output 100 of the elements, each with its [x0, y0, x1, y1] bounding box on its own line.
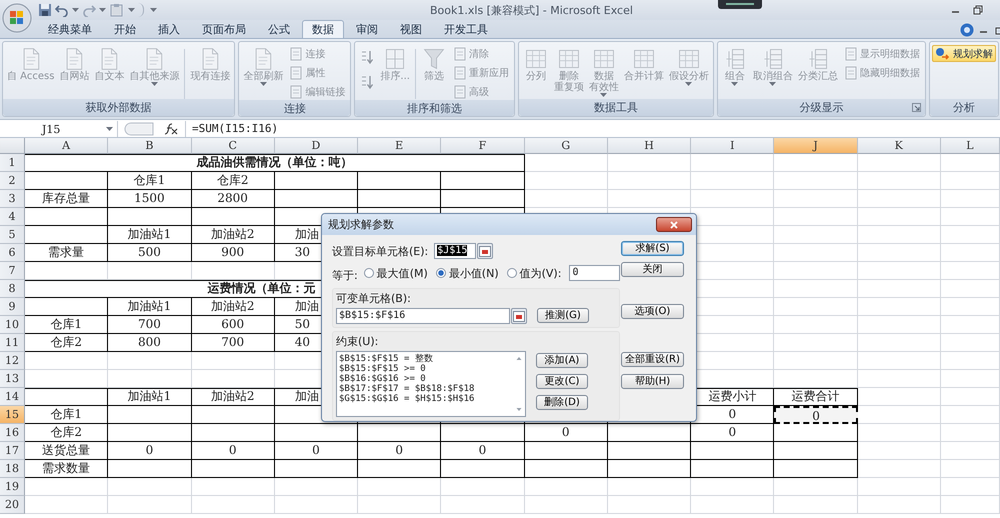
arrow-icon	[934, 46, 951, 60]
dialog-button[interactable]: 添加(A)	[536, 353, 588, 368]
column-header[interactable]: L	[940, 138, 1000, 154]
row-header[interactable]: 1	[0, 154, 25, 172]
radio-button[interactable]: 最大值(M)	[364, 266, 428, 280]
column-header[interactable]: B	[108, 138, 192, 154]
save-icon[interactable]	[38, 3, 52, 17]
ribbon-tab[interactable]: 经典菜单	[38, 20, 102, 38]
table-cell: 加油站2	[192, 226, 275, 244]
page-icon	[289, 84, 304, 98]
ribbon-tab[interactable]: 审阅	[346, 20, 388, 38]
row-header[interactable]: 14	[0, 388, 25, 406]
ribbon-tab[interactable]: 页面布局	[192, 20, 256, 38]
column-header[interactable]: E	[358, 138, 442, 154]
dialog-button[interactable]: 更改(C)	[536, 374, 588, 389]
ribbon-tab[interactable]: 公式	[258, 20, 300, 38]
row-header[interactable]: 4	[0, 208, 25, 226]
column-header[interactable]: F	[441, 138, 525, 154]
select-all-corner[interactable]	[0, 138, 25, 154]
row-header[interactable]: 6	[0, 244, 25, 262]
target-field[interactable]: $J$15	[434, 243, 476, 259]
caret-icon	[72, 8, 79, 12]
ribbon-tab[interactable]: 视图	[390, 20, 432, 38]
radio-button[interactable]: 最小值(N)	[436, 266, 499, 280]
sort-icon	[360, 48, 374, 64]
row-header[interactable]: 20	[0, 496, 25, 514]
cell-range-icon	[513, 310, 525, 322]
clipboard-icon[interactable]	[109, 3, 125, 17]
empty-cell	[940, 460, 1000, 478]
constraint-list[interactable]: $B$15:$F$15 = 整数 $B$15:$F$15 >= 0 $B$16:$G$16 >= 0 $B$17:$F$17 = $B$18:$F$18 $G$15:$G$16 = $H$15:$H$16	[336, 351, 526, 417]
list-item[interactable]: $B$16:$G$16 >= 0	[339, 374, 511, 384]
row-header[interactable]: 13	[0, 370, 25, 388]
ribbon-tab[interactable]: 数据	[302, 20, 344, 38]
row-header[interactable]: 11	[0, 334, 25, 352]
row-header[interactable]: 15	[0, 406, 25, 424]
dialog-launcher-icon[interactable]	[912, 103, 921, 112]
function-icon[interactable]	[163, 122, 179, 136]
empty-cell	[940, 370, 1000, 388]
undo-icon[interactable]	[55, 3, 69, 17]
row-header[interactable]: 16	[0, 424, 25, 442]
table-cell: 0	[108, 442, 192, 460]
row-header[interactable]: 17	[0, 442, 25, 460]
table-cell: 800	[108, 334, 192, 352]
column-header[interactable]: G	[524, 138, 608, 154]
row-header[interactable]: 7	[0, 262, 25, 280]
row-header[interactable]: 19	[0, 478, 25, 496]
column-header[interactable]: I	[691, 138, 774, 154]
column-header[interactable]: A	[25, 138, 108, 154]
guess-button[interactable]: 推测(G)	[537, 308, 589, 323]
close-button[interactable]	[656, 217, 692, 232]
list-item[interactable]: $B$15:$F$15 >= 0	[339, 364, 511, 374]
table-cell: 加油站2	[192, 298, 275, 316]
dialog-button[interactable]: 求解(S)	[621, 241, 684, 256]
row-header[interactable]: 9	[0, 298, 25, 316]
ribbon-tab[interactable]: 开始	[104, 20, 146, 38]
column-header[interactable]: D	[274, 138, 358, 154]
row-header[interactable]: 8	[0, 280, 25, 298]
row-header[interactable]: 18	[0, 460, 25, 478]
table-cell: 0	[691, 424, 774, 442]
page-icon	[289, 46, 304, 60]
ribbon-tab[interactable]: 插入	[148, 20, 190, 38]
name-box[interactable]: J15	[0, 121, 118, 137]
table-cell: 加油站2	[192, 388, 275, 406]
restore-icon[interactable]	[972, 4, 984, 16]
dialog-button[interactable]: 删除(D)	[536, 395, 588, 410]
column-header[interactable]: K	[858, 138, 941, 154]
group-label: 连接	[284, 100, 306, 116]
range-field[interactable]: $B$15:$F$16	[336, 308, 510, 324]
radio-button[interactable]: 值为(V):	[506, 266, 562, 280]
close-icon	[669, 220, 679, 228]
collapse-button[interactable]	[511, 308, 527, 324]
help-icon[interactable]	[960, 23, 974, 37]
list-item[interactable]: $B$15:$F$15 = 整数	[339, 354, 511, 364]
column-header[interactable]: H	[608, 138, 692, 154]
page-icon	[844, 66, 858, 80]
column-header[interactable]: C	[192, 138, 275, 154]
row-header[interactable]: 5	[0, 226, 25, 244]
row-header[interactable]: 10	[0, 316, 25, 334]
window-title: Book1.xls [兼容模式] - Microsoft Excel	[430, 3, 633, 18]
row-header[interactable]: 12	[0, 352, 25, 370]
funnel-icon	[422, 47, 446, 71]
empty-cell	[940, 226, 1000, 244]
caret-icon	[128, 8, 135, 12]
group-label: 数据工具	[594, 100, 638, 115]
dialog-button[interactable]: 全部重设(R)	[621, 352, 684, 367]
row-header[interactable]: 3	[0, 190, 25, 208]
caret-icon	[731, 82, 738, 86]
group-label: 分级显示	[799, 100, 844, 115]
collapse-button[interactable]	[477, 243, 494, 259]
ribbon-button[interactable]: 规划求解	[932, 45, 996, 62]
column-header[interactable]: J	[774, 138, 858, 154]
dialog-button[interactable]: 选项(O)	[621, 304, 684, 319]
table-cell: 仓库1	[25, 316, 108, 334]
row-header[interactable]: 2	[0, 172, 25, 190]
value-field[interactable]: 0	[569, 265, 620, 281]
dialog-button[interactable]: 关闭	[621, 262, 684, 277]
ribbon-tab[interactable]: 开发工具	[434, 20, 498, 38]
dialog-button[interactable]: 帮助(H)	[621, 374, 684, 389]
formula-field[interactable]: =SUM(I15:I16)	[185, 121, 1000, 137]
caret-icon	[260, 82, 267, 86]
